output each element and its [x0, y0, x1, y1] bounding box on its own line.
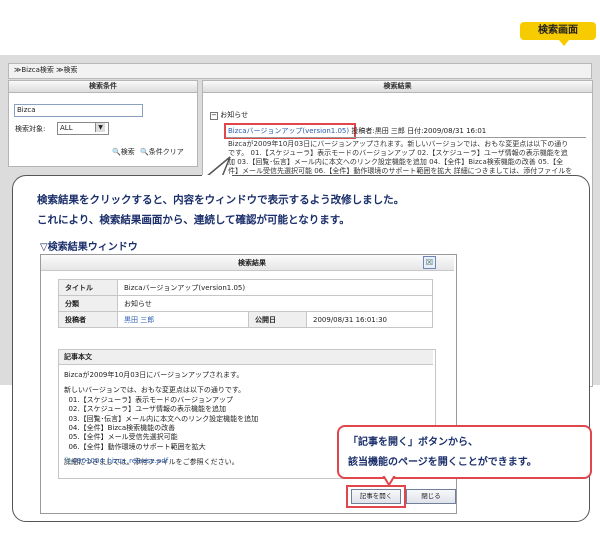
breadcrumb-bar — [8, 63, 592, 79]
clear-button-label: 条件クリア — [148, 148, 184, 156]
close-button[interactable]: 閉じる — [406, 489, 456, 504]
body-line: 01.【スケジューラ】表示モードのバージョンアップ — [64, 395, 233, 404]
label-poster: 投稿者 — [58, 311, 118, 328]
result-title-link[interactable]: Bizcaバージョンアップ(version1.05) — [228, 127, 349, 135]
label-title: タイトル — [58, 279, 118, 296]
divider — [226, 137, 586, 138]
pink-callout-line-1: 「記事を開く」ボタンから、 — [348, 437, 478, 448]
paperclip-icon: 📎 — [64, 457, 73, 465]
body-line: 新しいバージョンでは、おもな変更点は以下の通りです。 — [64, 386, 246, 395]
screen-tag: 検索画面 — [520, 22, 596, 40]
result-window-heading: ▽検索結果ウィンドウ — [40, 242, 138, 253]
close-icon[interactable]: ☒ — [423, 256, 436, 269]
article-info-table: タイトル Bizcaバージョンアップ(version1.05) 分類 お知らせ … — [58, 279, 433, 328]
callout-line-2: これにより、検索結果画面から、連続して確認が可能となります。 — [37, 214, 350, 226]
search-target-label: 検索対象: — [15, 125, 46, 133]
result-meta: 投稿者:黒田 三郎 日付:2009/08/31 16:01 — [351, 127, 487, 135]
attachment-link[interactable]: 📎0901004_bizca_release.pdf — [64, 457, 168, 465]
search-button-label: 検索 — [120, 148, 135, 156]
breadcrumb[interactable]: ≫Bizca検索 ≫検索 — [14, 65, 77, 75]
label-category: 分類 — [58, 295, 118, 312]
result-title-row: Bizcaバージョンアップ(version1.05) 投稿者:黒田 三郎 日付:… — [228, 126, 486, 136]
callout-line-1: 検索結果をクリックすると、内容をウィンドウで表示するよう改修しました。 — [37, 194, 405, 206]
clear-icon: 🔍 — [140, 148, 149, 156]
notice-group-label: お知らせ — [220, 111, 249, 119]
label-date: 公開日 — [248, 311, 307, 328]
value-category: お知らせ — [117, 295, 433, 312]
value-poster-link[interactable]: 黒田 三郎 — [117, 311, 249, 328]
body-line: 03.【回覧･伝言】メール内に本文へのリンク設定機能を追加 — [64, 414, 259, 423]
value-title: Bizcaバージョンアップ(version1.05) — [117, 279, 433, 296]
collapse-icon[interactable]: − — [210, 112, 218, 120]
keyword-input[interactable]: Bizca — [14, 104, 143, 117]
body-line: Bizcaが2009年10月03日にバージョンアップされます。 — [64, 371, 244, 379]
clear-conditions-button[interactable]: 🔍条件クリア — [140, 147, 184, 157]
value-date: 2009/08/31 16:01:30 — [306, 311, 433, 328]
label-body: 記事本文 — [59, 350, 433, 365]
search-conditions-title: 検索条件 — [9, 81, 197, 93]
chevron-down-icon[interactable]: ▼ — [95, 123, 105, 132]
result-window-title: 検索結果 — [238, 259, 266, 267]
notice-group-header[interactable]: − お知らせ — [210, 110, 248, 120]
search-button[interactable]: 🔍検索 — [112, 147, 135, 157]
body-line: 02.【スケジューラ】ユーザ情報の表示機能を追加 — [64, 405, 226, 414]
pink-callout-line-2: 該当機能のページを開くことができます。 — [348, 457, 537, 468]
magnifier-icon: 🔍 — [112, 148, 121, 156]
callout-pointer — [202, 156, 232, 179]
search-results-title: 検索結果 — [203, 81, 592, 93]
screen-tag-pointer — [559, 40, 569, 46]
highlight-box — [346, 485, 406, 508]
attachment-filename: 0901004_bizca_release.pdf — [72, 457, 169, 465]
